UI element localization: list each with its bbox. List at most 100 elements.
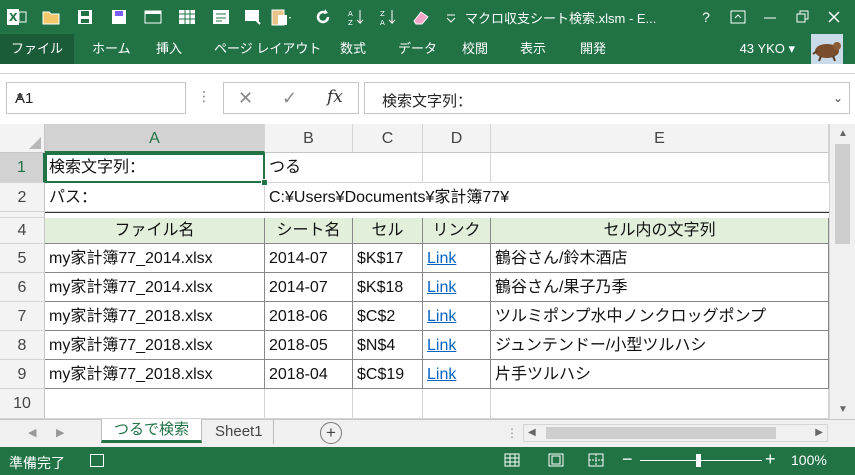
tab-formulas[interactable]: 数式 [326,34,380,64]
cell-e10[interactable] [491,389,829,419]
table-cell[interactable]: $C$2 [353,302,423,331]
add-sheet-button[interactable]: + [320,422,342,444]
formula-input[interactable]: 検索文字列： ⌄ [364,82,850,114]
table-cell[interactable]: 片手ツルハシ [491,360,829,389]
cell-c1[interactable] [353,153,423,183]
user-account[interactable]: 43 YKO ▾ [740,41,795,57]
table-cell[interactable]: 2014-07 [265,244,353,273]
zoom-in-button[interactable]: + [765,449,776,470]
eraser-icon[interactable] [410,6,432,28]
hyperlink[interactable]: Link [423,360,491,389]
hyperlink[interactable]: Link [423,331,491,360]
scroll-right-icon[interactable]: ▶ [815,427,823,438]
table-cell[interactable]: ツルミポンプ水中ノンクロッグポンプ [491,302,829,331]
form-icon[interactable] [210,6,232,28]
table-cell[interactable]: 2014-07 [265,273,353,302]
tab-file[interactable]: ファイル [0,34,74,64]
prev-sheet-icon[interactable]: ◀ [28,426,36,439]
hyperlink[interactable]: Link [423,273,491,302]
table-cell[interactable]: ジュンテンドー/小型ツルハシ [491,331,829,360]
scroll-up-icon[interactable]: ▲ [838,128,848,139]
row-header[interactable]: 1 [0,153,45,183]
cell-d1[interactable] [423,153,491,183]
new-window-icon[interactable] [142,6,164,28]
zoom-level[interactable]: 100% [791,452,827,468]
table-cell[interactable]: 鶴谷さん/果子乃季 [491,273,829,302]
cancel-icon[interactable]: ✕ [238,88,253,109]
next-sheet-icon[interactable]: ▶ [56,426,64,439]
cell-c10[interactable] [353,389,423,419]
tab-insert[interactable]: 挿入 [142,34,196,64]
cell-b2[interactable]: C:¥Users¥Documents¥家計簿77¥ [265,183,829,212]
horizontal-scrollbar[interactable]: ◀ ▶ [523,424,828,442]
column-header-a[interactable]: A [45,124,265,153]
tab-view[interactable]: 表示 [506,34,560,64]
expand-formula-icon[interactable]: ⌄ [833,91,843,105]
cell-e1[interactable] [491,153,829,183]
scroll-thumb[interactable] [546,427,776,439]
name-box[interactable]: A1 ▼ [6,82,186,114]
header-cell-link[interactable]: リンク [423,218,491,244]
sort-icon[interactable]: AZ [346,6,368,28]
hyperlink[interactable]: Link [423,244,491,273]
table-cell[interactable]: my家計簿77_2018.xlsx [45,360,265,389]
fill-handle[interactable] [261,179,268,186]
close-icon[interactable] [822,6,846,28]
paste-icon[interactable] [270,6,292,28]
open-folder-icon[interactable] [40,6,62,28]
cell-b1[interactable]: つる [265,153,353,183]
row-header[interactable]: 4 [0,218,45,244]
column-header-d[interactable]: D [423,124,491,153]
scroll-down-icon[interactable]: ▼ [838,404,848,415]
sheet-tab[interactable]: Sheet1 [205,420,274,444]
select-all-button[interactable] [0,124,45,153]
hyperlink[interactable]: Link [423,302,491,331]
cell-a10[interactable] [45,389,265,419]
table-cell[interactable]: my家計簿77_2014.xlsx [45,244,265,273]
refresh-icon[interactable] [312,6,334,28]
chevron-down-icon[interactable]: ▼ [15,92,179,103]
header-cell-text[interactable]: セル内の文字列 [491,218,829,244]
column-header-e[interactable]: E [491,124,829,153]
table-cell[interactable]: my家計簿77_2018.xlsx [45,302,265,331]
cell-a1[interactable]: 検索文字列： [45,153,265,183]
sheet-tab-active[interactable]: つるで検索 [101,419,202,443]
table-cell[interactable]: $C$19 [353,360,423,389]
comment-icon[interactable] [242,6,264,28]
table-cell[interactable]: 鶴谷さん/鈴木酒店 [491,244,829,273]
tab-home[interactable]: ホーム [78,34,145,64]
zoom-slider-thumb[interactable] [696,454,701,467]
avatar[interactable] [811,34,843,64]
table-cell[interactable]: $N$4 [353,331,423,360]
macro-record-icon[interactable] [90,454,104,467]
scroll-left-icon[interactable]: ◀ [528,427,536,438]
table-cell[interactable]: $K$17 [353,244,423,273]
insert-function-button[interactable]: fx [327,87,343,107]
row-header[interactable]: 7 [0,302,45,331]
vertical-scrollbar[interactable]: ▲ ▼ [829,124,855,419]
tab-review[interactable]: 校閲 [448,34,502,64]
column-header-b[interactable]: B [265,124,353,153]
cell-b10[interactable] [265,389,353,419]
tab-developer[interactable]: 開発 [566,34,620,64]
page-layout-view-icon[interactable] [548,453,564,467]
row-header[interactable]: 8 [0,331,45,360]
table-cell[interactable]: 2018-04 [265,360,353,389]
tab-data[interactable]: データ [384,34,451,64]
table-cell[interactable]: my家計簿77_2018.xlsx [45,331,265,360]
table-cell[interactable]: 2018-05 [265,331,353,360]
table-cell[interactable]: my家計簿77_2014.xlsx [45,273,265,302]
help-button[interactable]: ? [694,6,718,28]
normal-view-icon[interactable] [504,453,520,467]
table-cell[interactable]: $K$18 [353,273,423,302]
zoom-slider[interactable] [640,460,762,461]
column-header-c[interactable]: C [353,124,423,153]
sort-desc-icon[interactable]: ZA [378,6,400,28]
formula-bar-options-icon[interactable]: ⋮ [197,88,211,105]
row-header[interactable]: 2 [0,183,45,212]
save-icon[interactable] [74,6,96,28]
save-as-icon[interactable] [108,6,130,28]
table-icon[interactable] [176,6,198,28]
cell-a2[interactable]: パス： [45,183,265,212]
table-cell[interactable]: 2018-06 [265,302,353,331]
